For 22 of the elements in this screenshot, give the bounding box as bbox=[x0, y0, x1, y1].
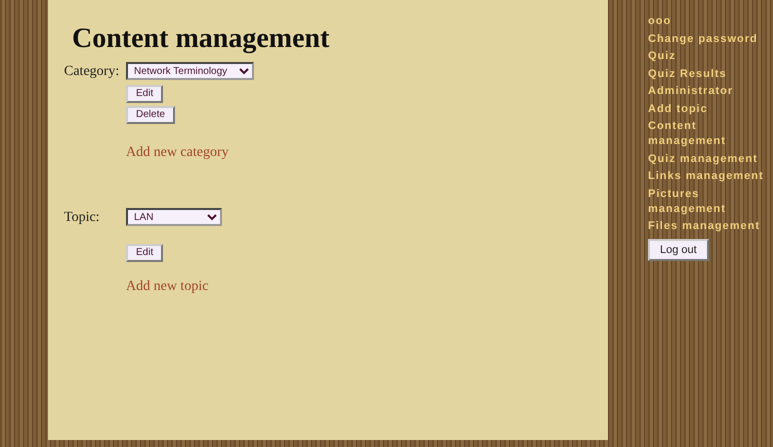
nav-link-item[interactable]: Quiz Results bbox=[648, 66, 768, 82]
nav-link-item[interactable]: Content management bbox=[648, 119, 768, 149]
logout-button[interactable]: Log out bbox=[648, 238, 709, 261]
nav-link-item[interactable]: Administrator bbox=[648, 84, 768, 99]
nav-link-item[interactable]: Files management bbox=[648, 219, 768, 234]
add-category-link[interactable]: Add new category bbox=[126, 142, 229, 163]
edit-button[interactable]: Edit bbox=[126, 244, 164, 262]
topic-select[interactable]: LAN bbox=[126, 208, 222, 226]
topic-label: Topic: bbox=[64, 208, 101, 227]
delete-button[interactable]: Delete bbox=[126, 106, 175, 124]
nav-link-item[interactable]: Change password bbox=[648, 32, 768, 46]
nav-link-item[interactable]: Quiz bbox=[648, 49, 768, 64]
category-select[interactable]: Network Terminology bbox=[126, 62, 254, 80]
nav-link-item[interactable]: Add topic bbox=[648, 102, 768, 116]
edit-button[interactable]: Edit bbox=[126, 84, 164, 103]
add-topic-link[interactable]: Add new topic bbox=[126, 276, 208, 297]
nav-link-item[interactable]: Pictures management bbox=[648, 186, 768, 216]
nav-link-item[interactable]: Links management bbox=[648, 169, 768, 184]
category-label: Category: bbox=[64, 62, 120, 81]
nav-link-item[interactable]: ooo bbox=[648, 14, 768, 29]
page-title: Content management bbox=[72, 24, 330, 55]
nav-link-item[interactable]: Quiz management bbox=[648, 152, 768, 166]
